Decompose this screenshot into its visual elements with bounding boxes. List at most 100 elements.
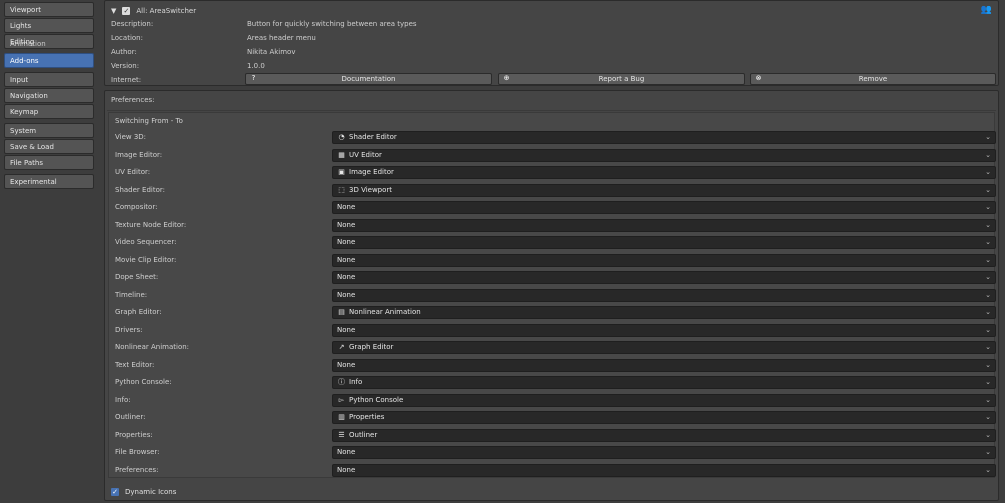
area-type-dropdown[interactable]: ⓘ Info ⌄ bbox=[332, 376, 996, 389]
dropdown-value: None bbox=[337, 360, 356, 369]
area-type-dropdown[interactable]: None ⌄ bbox=[332, 463, 996, 477]
chevron-down-icon: ⌄ bbox=[985, 220, 991, 229]
remove-button[interactable]: ⊗ Remove bbox=[750, 73, 996, 85]
area-type-dropdown[interactable]: ▣ Image Editor ⌄ bbox=[332, 166, 996, 179]
sidebar-item-editing[interactable]: Editing Animation bbox=[4, 34, 94, 49]
dropdown-value: Info bbox=[349, 378, 363, 386]
main-panel: ▼ ✓ All: AreaSwitcher 👥 Description: But… bbox=[104, 0, 1001, 503]
sidebar-group: Add-ons bbox=[4, 53, 94, 68]
chevron-down-icon: ⌄ bbox=[985, 185, 991, 194]
addon-enable-checkbox[interactable]: ✓ bbox=[122, 7, 131, 15]
dropdown-value: None bbox=[337, 238, 356, 246]
dropdown-value: 3D Viewport bbox=[349, 185, 393, 194]
sidebar-item-add-ons[interactable]: Add-ons bbox=[4, 53, 94, 68]
dropdown-value: None bbox=[337, 465, 356, 474]
chevron-down-icon: ⌄ bbox=[985, 203, 991, 211]
switch-row: View 3D: ◔ Shader Editor ⌄ bbox=[109, 131, 996, 145]
area-type-dropdown[interactable]: None ⌄ bbox=[332, 446, 996, 459]
area-type-dropdown[interactable]: None ⌄ bbox=[332, 236, 996, 249]
info-value: Nikita Akimov bbox=[247, 48, 296, 56]
area-type-dropdown[interactable]: ◔ Shader Editor ⌄ bbox=[332, 131, 996, 144]
dropdown-value: None bbox=[337, 290, 356, 299]
info-value: 1.0.0 bbox=[247, 62, 265, 70]
chevron-down-icon: ⌄ bbox=[985, 133, 991, 141]
area-type-dropdown[interactable]: None ⌄ bbox=[332, 358, 996, 372]
switch-row: Video Sequencer: None ⌄ bbox=[109, 236, 996, 250]
area-type-dropdown[interactable]: ▤ Nonlinear Animation ⌄ bbox=[332, 306, 996, 319]
switch-row-label: Video Sequencer: bbox=[115, 238, 177, 246]
area-type-icon: ▤ bbox=[338, 308, 345, 316]
info-value: Button for quickly switching between are… bbox=[247, 20, 417, 28]
dropdown-value: Nonlinear Animation bbox=[349, 308, 421, 316]
section-title: Switching From - To bbox=[115, 117, 183, 125]
switch-row-label: Nonlinear Animation: bbox=[115, 343, 190, 351]
switch-row: Timeline: None ⌄ bbox=[109, 288, 996, 303]
sidebar-item-save-load[interactable]: Save & Load bbox=[4, 139, 94, 154]
switch-row: Texture Node Editor: None ⌄ bbox=[109, 218, 996, 233]
switch-row: Preferences: None ⌄ bbox=[109, 463, 996, 478]
chevron-down-icon: ⌄ bbox=[985, 168, 991, 176]
sidebar-item-lights[interactable]: Lights bbox=[4, 18, 94, 33]
area-type-icon: ▥ bbox=[338, 413, 345, 421]
switch-row-label: UV Editor: bbox=[115, 168, 151, 176]
switch-row-label: File Browser: bbox=[115, 448, 160, 456]
area-type-dropdown[interactable]: ↗ Graph Editor ⌄ bbox=[332, 341, 996, 354]
documentation-button[interactable]: ? Documentation bbox=[245, 73, 492, 85]
dynamic-icons-toggle[interactable]: ✓ Dynamic Icons bbox=[111, 486, 176, 498]
cancel-icon: ⊗ bbox=[755, 74, 762, 82]
area-type-dropdown[interactable]: None ⌄ bbox=[332, 218, 996, 232]
info-key: Location: bbox=[111, 34, 143, 42]
chevron-down-icon: ⌄ bbox=[985, 343, 991, 351]
area-type-dropdown[interactable]: None ⌄ bbox=[332, 271, 996, 284]
addon-header[interactable]: ▼ ✓ All: AreaSwitcher bbox=[111, 5, 196, 17]
area-type-dropdown[interactable]: ⬚ 3D Viewport ⌄ bbox=[332, 183, 996, 197]
chevron-down-icon: ⌄ bbox=[985, 273, 991, 281]
info-key: Version: bbox=[111, 62, 140, 70]
switch-row-label: Info: bbox=[115, 395, 131, 404]
sidebar-item-system[interactable]: System bbox=[4, 123, 94, 138]
area-type-dropdown[interactable]: None ⌄ bbox=[332, 201, 996, 214]
sidebar-item-experimental[interactable]: Experimental bbox=[4, 174, 94, 189]
sidebar-item-viewport[interactable]: Viewport bbox=[4, 2, 94, 17]
dropdown-value: None bbox=[337, 220, 356, 229]
chevron-down-icon: ⌄ bbox=[985, 290, 991, 299]
area-type-dropdown[interactable]: ▦ UV Editor ⌄ bbox=[332, 148, 996, 162]
dropdown-value: None bbox=[337, 273, 356, 281]
sidebar-item-navigation[interactable]: Navigation bbox=[4, 88, 94, 103]
documentation-label: Documentation bbox=[341, 75, 396, 83]
sidebar-group: Experimental bbox=[4, 174, 94, 189]
area-type-dropdown[interactable]: ☰ Outliner ⌄ bbox=[332, 428, 996, 442]
addon-preferences-panel: Preferences: Switching From - To View 3D… bbox=[104, 90, 999, 501]
dropdown-value: UV Editor bbox=[349, 150, 382, 159]
switch-row: Python Console: ⓘ Info ⌄ bbox=[109, 376, 996, 390]
report-bug-button[interactable]: ⊕ Report a Bug bbox=[498, 73, 745, 85]
switch-row: Outliner: ▥ Properties ⌄ bbox=[109, 411, 996, 425]
sidebar-item-keymap[interactable]: Keymap bbox=[4, 104, 94, 119]
area-type-icon: ⬚ bbox=[338, 185, 345, 194]
chevron-down-icon: ⌄ bbox=[985, 150, 991, 159]
dropdown-value: Outliner bbox=[349, 430, 378, 439]
switch-row: Info: ▻ Python Console ⌄ bbox=[109, 393, 996, 408]
area-type-dropdown[interactable]: ▻ Python Console ⌄ bbox=[332, 393, 996, 407]
area-type-dropdown[interactable]: None ⌄ bbox=[332, 253, 996, 267]
switch-row-label: Outliner: bbox=[115, 413, 146, 421]
dropdown-value: None bbox=[337, 448, 356, 456]
switch-row: Nonlinear Animation: ↗ Graph Editor ⌄ bbox=[109, 341, 996, 355]
area-type-dropdown[interactable]: None ⌄ bbox=[332, 323, 996, 337]
sidebar-item-file-paths[interactable]: File Paths bbox=[4, 155, 94, 170]
switch-row: Dope Sheet: None ⌄ bbox=[109, 271, 996, 285]
dropdown-value: Python Console bbox=[349, 395, 404, 404]
dropdown-value: None bbox=[337, 325, 356, 334]
area-type-dropdown[interactable]: ▥ Properties ⌄ bbox=[332, 411, 996, 424]
area-type-dropdown[interactable]: None ⌄ bbox=[332, 288, 996, 302]
user-icon: 👥 bbox=[980, 5, 992, 15]
switch-row: File Browser: None ⌄ bbox=[109, 446, 996, 460]
dynamic-icons-checkbox[interactable]: ✓ bbox=[111, 488, 119, 496]
sidebar-item-input[interactable]: Input bbox=[4, 72, 94, 87]
expand-triangle-icon[interactable]: ▼ bbox=[111, 7, 116, 15]
chevron-down-icon: ⌄ bbox=[985, 465, 991, 474]
area-type-icon: ☰ bbox=[338, 430, 345, 439]
switch-row: Movie Clip Editor: None ⌄ bbox=[109, 253, 996, 268]
sidebar-group: System Save & Load File Paths bbox=[4, 123, 94, 170]
info-value: Areas header menu bbox=[247, 34, 316, 42]
